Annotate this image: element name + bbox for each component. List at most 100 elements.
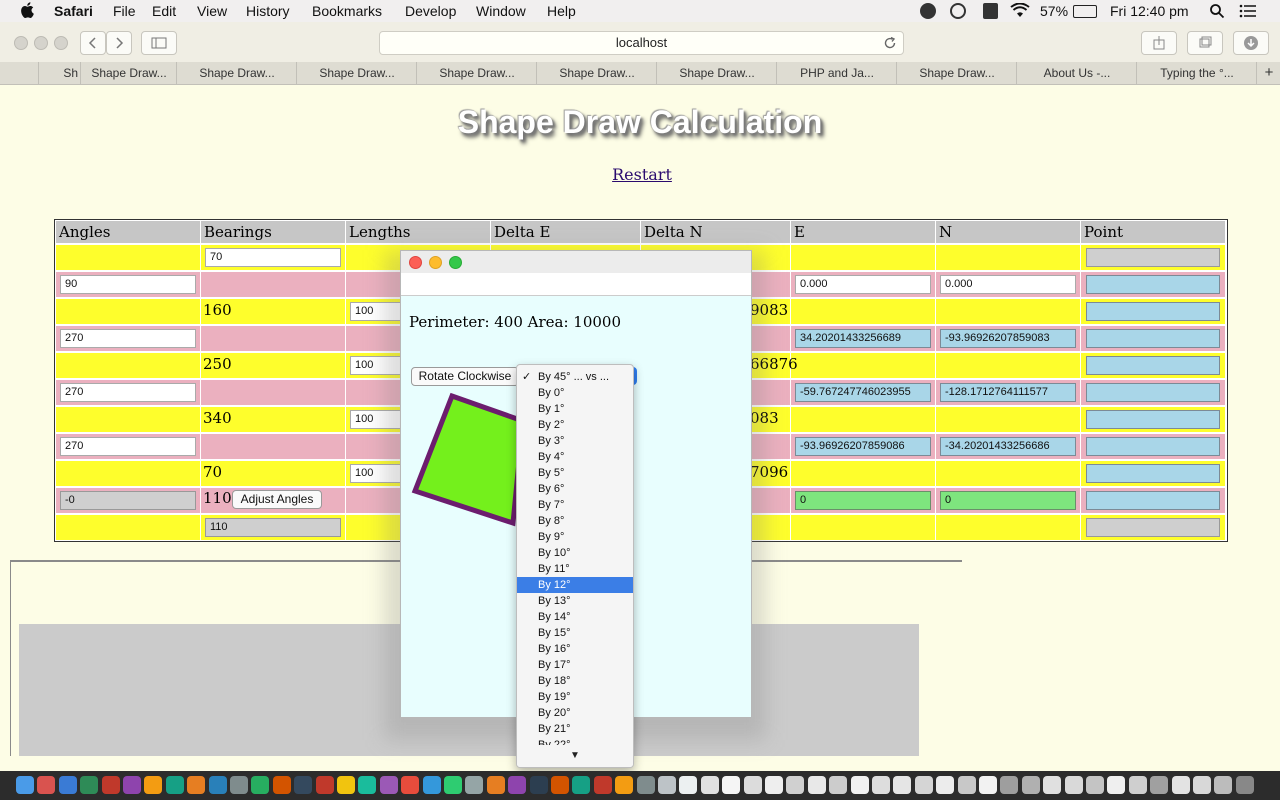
battery-icon[interactable]	[1073, 5, 1097, 18]
search-icon[interactable]	[1209, 3, 1225, 19]
tab-blank[interactable]	[0, 62, 38, 84]
address-bar[interactable]: localhost	[379, 31, 904, 55]
dock-app-icon[interactable]	[80, 776, 99, 794]
dropdown-option[interactable]: By 5°	[517, 465, 633, 481]
dock-app-icon[interactable]	[850, 776, 869, 794]
audio-icon[interactable]	[983, 3, 998, 19]
tab-6[interactable]: Shape Draw...	[536, 62, 657, 84]
dock-app-icon[interactable]	[251, 776, 270, 794]
angle-input[interactable]: 270	[60, 329, 196, 348]
minimize-window-button[interactable]	[34, 36, 48, 50]
reload-icon[interactable]	[883, 36, 897, 50]
dock-app-icon[interactable]	[123, 776, 141, 794]
dock-app-icon[interactable]	[1171, 776, 1190, 794]
tab-2[interactable]: Shape Draw...	[80, 62, 177, 84]
dock-app-icon[interactable]	[358, 776, 377, 794]
dock-app-icon[interactable]	[187, 776, 206, 794]
dock-app-icon[interactable]	[979, 776, 997, 794]
dock-app-icon[interactable]	[936, 776, 955, 794]
dock-app-icon[interactable]	[486, 776, 505, 794]
dock-app-icon[interactable]	[465, 776, 484, 794]
point-input[interactable]	[1086, 518, 1220, 537]
dock-app-icon[interactable]	[144, 776, 163, 794]
dropdown-option[interactable]: By 9°	[517, 529, 633, 545]
tab-5[interactable]: Shape Draw...	[416, 62, 537, 84]
n-input[interactable]: -93.96926207859083	[940, 329, 1076, 348]
adjust-angles-button[interactable]: Adjust Angles	[232, 490, 322, 509]
bearing-input[interactable]: 110	[205, 518, 341, 537]
dropdown-option[interactable]: By 3°	[517, 433, 633, 449]
status-icon[interactable]	[920, 3, 936, 19]
dock-app-icon[interactable]	[379, 776, 398, 794]
dock-app-icon[interactable]	[679, 776, 698, 794]
dock-app-icon[interactable]	[508, 776, 527, 794]
tab-7[interactable]: Shape Draw...	[656, 62, 777, 84]
point-input[interactable]	[1086, 248, 1220, 267]
e-input[interactable]: 0	[795, 491, 931, 510]
dock-app-icon[interactable]	[658, 776, 676, 794]
tab-9[interactable]: Shape Draw...	[896, 62, 1017, 84]
dock-app-icon[interactable]	[1193, 776, 1211, 794]
dock-app-icon[interactable]	[315, 776, 334, 794]
tab-3[interactable]: Shape Draw...	[176, 62, 297, 84]
tab-11[interactable]: Typing the °...	[1136, 62, 1257, 84]
dock-app-icon[interactable]	[165, 776, 184, 794]
forward-button[interactable]	[106, 31, 132, 55]
menu-clock[interactable]: Fri 12:40 pm	[1110, 3, 1189, 19]
notification-center-icon[interactable]	[1239, 4, 1257, 18]
share-button[interactable]	[1141, 31, 1177, 55]
rotation-dropdown[interactable]: ✓ By 45° ... vs ... By 0° By 1° By 2° By 3° By…	[516, 364, 634, 768]
dock-app-icon[interactable]	[1235, 776, 1254, 794]
dock-app-icon[interactable]	[444, 776, 462, 794]
dropdown-option[interactable]: By 12°	[517, 577, 633, 593]
dock-app-icon[interactable]	[529, 776, 548, 794]
dropdown-option[interactable]: By 16°	[517, 641, 633, 657]
dock-app-icon[interactable]	[58, 776, 77, 794]
dropdown-option[interactable]: By 20°	[517, 705, 633, 721]
dock-app-icon[interactable]	[230, 776, 248, 794]
popup-address-field[interactable]	[401, 273, 751, 296]
dock-app-icon[interactable]	[1064, 776, 1083, 794]
dropdown-option[interactable]: By 10°	[517, 545, 633, 561]
wifi-icon[interactable]	[1010, 3, 1030, 18]
scroll-down-icon[interactable]: ▼	[517, 745, 633, 767]
menu-edit[interactable]: Edit	[152, 3, 176, 19]
dock-app-icon[interactable]	[636, 776, 655, 794]
dock-app-icon[interactable]	[957, 776, 976, 794]
dropdown-option[interactable]: By 14°	[517, 609, 633, 625]
dock-app-icon[interactable]	[700, 776, 719, 794]
dropdown-option[interactable]: By 13°	[517, 593, 633, 609]
restart-link[interactable]: Restart	[0, 165, 1280, 184]
dock-app-icon[interactable]	[101, 776, 120, 794]
menu-bookmarks[interactable]: Bookmarks	[312, 3, 382, 19]
popup-minimize-button[interactable]	[429, 256, 442, 269]
dock-app-icon[interactable]	[829, 776, 848, 794]
dock-app-icon[interactable]	[765, 776, 783, 794]
dock-app-icon[interactable]	[272, 776, 291, 794]
dropdown-option[interactable]: By 6°	[517, 481, 633, 497]
dock-app-icon[interactable]	[16, 776, 34, 794]
angle-input[interactable]: 270	[60, 437, 196, 456]
dock-app-icon[interactable]	[1000, 776, 1019, 794]
e-input[interactable]: -59.767247746023955	[795, 383, 931, 402]
dock-app-icon[interactable]	[615, 776, 634, 794]
dock-app-icon[interactable]	[786, 776, 805, 794]
popup-close-button[interactable]	[409, 256, 422, 269]
dock-app-icon[interactable]	[807, 776, 826, 794]
dock-app-icon[interactable]	[722, 776, 741, 794]
dropdown-option[interactable]: By 15°	[517, 625, 633, 641]
dropdown-option[interactable]: By 1°	[517, 401, 633, 417]
back-button[interactable]	[80, 31, 106, 55]
n-input[interactable]: 0	[940, 491, 1076, 510]
point-input[interactable]	[1086, 464, 1220, 483]
menu-app-name[interactable]: Safari	[54, 3, 93, 19]
dock-app-icon[interactable]	[337, 776, 355, 794]
n-input[interactable]: 0.000	[940, 275, 1076, 294]
dock-app-icon[interactable]	[1107, 776, 1126, 794]
popup-titlebar[interactable]	[401, 251, 751, 274]
dock-app-icon[interactable]	[593, 776, 612, 794]
tabs-overview-button[interactable]	[1187, 31, 1223, 55]
sidebar-button[interactable]	[141, 31, 177, 55]
point-input[interactable]	[1086, 437, 1220, 456]
tab-10[interactable]: About Us -...	[1016, 62, 1137, 84]
